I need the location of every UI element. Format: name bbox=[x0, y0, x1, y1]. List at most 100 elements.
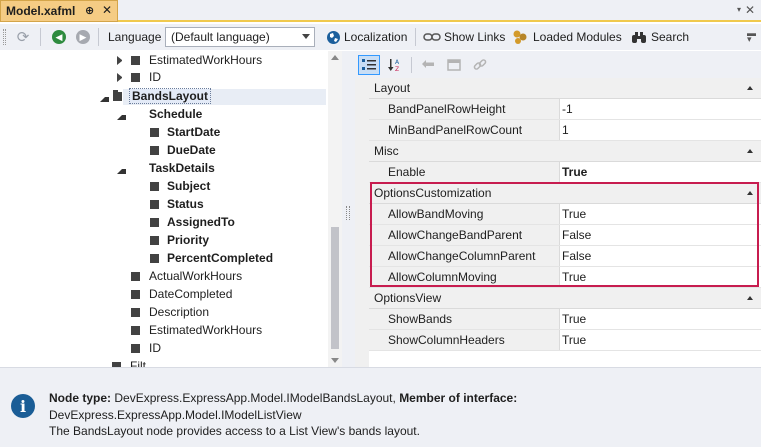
collapse-icon[interactable] bbox=[100, 93, 109, 102]
tree-node[interactable]: EstimatedWorkHours bbox=[0, 321, 330, 339]
tree-node[interactable]: ActualWorkHours bbox=[0, 267, 330, 285]
scroll-up-icon[interactable] bbox=[331, 55, 339, 60]
tree-node[interactable]: DueDate bbox=[0, 141, 330, 159]
property-row[interactable]: AllowChangeBandParent False bbox=[369, 225, 761, 246]
tree-node[interactable]: Description bbox=[0, 303, 330, 321]
tree-node[interactable]: BandsLayout bbox=[0, 87, 330, 105]
back-button[interactable]: ◀ bbox=[51, 29, 67, 45]
scroll-thumb[interactable] bbox=[331, 227, 339, 349]
property-value[interactable]: True bbox=[562, 309, 586, 329]
property-row[interactable]: BandPanelRowHeight -1 bbox=[369, 99, 761, 120]
window-close-icon[interactable]: ✕ bbox=[745, 3, 755, 17]
expand-icon[interactable] bbox=[117, 73, 126, 82]
toolbar-separator bbox=[98, 28, 99, 46]
property-row[interactable]: ShowColumnHeaders True bbox=[369, 330, 761, 351]
tree-node[interactable]: StartDate bbox=[0, 123, 330, 141]
link-button[interactable] bbox=[469, 55, 491, 75]
property-value[interactable]: 1 bbox=[562, 120, 569, 140]
panel-splitter[interactable] bbox=[342, 51, 355, 367]
links-icon[interactable] bbox=[423, 29, 441, 45]
collapse-category-icon[interactable] bbox=[747, 86, 753, 90]
tree-node-label: ID bbox=[149, 341, 161, 355]
binoculars-icon[interactable] bbox=[631, 29, 647, 45]
tree-node[interactable]: Priority bbox=[0, 231, 330, 249]
document-tab[interactable]: Model.xafml ⊕ ✕ bbox=[0, 0, 118, 22]
tree-node[interactable]: ID bbox=[0, 68, 330, 86]
undo-button[interactable] bbox=[417, 55, 439, 75]
loaded-modules-button[interactable]: Loaded Modules bbox=[533, 30, 622, 44]
node-description: The BandsLayout node provides access to … bbox=[49, 424, 420, 438]
node-icon bbox=[131, 272, 140, 281]
expand-icon[interactable] bbox=[117, 56, 126, 65]
tree-node[interactable]: Status bbox=[0, 195, 330, 213]
property-category[interactable]: Misc bbox=[369, 141, 761, 162]
chain-link-icon bbox=[423, 33, 441, 41]
property-category[interactable]: Layout bbox=[369, 78, 761, 99]
property-row[interactable]: Enable True bbox=[369, 162, 761, 183]
tree-scrollbar[interactable] bbox=[328, 51, 342, 367]
property-name: Enable bbox=[369, 162, 560, 182]
language-select[interactable]: (Default language) bbox=[165, 27, 315, 47]
tree-node[interactable]: DateCompleted bbox=[0, 285, 330, 303]
property-value[interactable]: True bbox=[562, 204, 586, 224]
window-menu-icon[interactable]: ▾ bbox=[737, 5, 741, 14]
categorized-button[interactable] bbox=[358, 55, 380, 75]
toolbar-separator bbox=[411, 57, 412, 73]
close-tab-icon[interactable]: ✕ bbox=[102, 3, 112, 17]
document-tab-bar: Model.xafml ⊕ ✕ ▾ ✕ bbox=[0, 0, 761, 22]
tree-node[interactable]: ID bbox=[0, 339, 330, 357]
model-tree[interactable]: EstimatedWorkHours ID BandsLayout Schedule S… bbox=[0, 51, 342, 367]
collapse-icon[interactable] bbox=[117, 165, 126, 174]
property-value[interactable]: True bbox=[562, 267, 586, 287]
toolbar-grip[interactable] bbox=[3, 29, 6, 45]
tree-node[interactable]: AssignedTo bbox=[0, 213, 330, 231]
property-name: AllowColumnMoving bbox=[369, 267, 560, 287]
localization-button-icon[interactable] bbox=[325, 29, 341, 45]
tree-node[interactable]: Subject bbox=[0, 177, 330, 195]
node-icon bbox=[150, 254, 159, 263]
property-row[interactable]: AllowChangeColumnParent False bbox=[369, 246, 761, 267]
collapse-category-icon[interactable] bbox=[747, 296, 753, 300]
property-pages-button[interactable] bbox=[443, 55, 465, 75]
folder-node-icon bbox=[113, 90, 122, 101]
tree-node-label: ID bbox=[149, 70, 161, 84]
property-value[interactable]: True bbox=[562, 330, 586, 350]
toolbar-overflow-icon[interactable]: ▬ ▾ bbox=[747, 29, 756, 44]
tree-node[interactable]: Filt bbox=[0, 357, 330, 367]
alphabetical-button[interactable]: A Z bbox=[384, 55, 406, 75]
refresh-icon[interactable]: ⟳ bbox=[15, 29, 31, 46]
localization-button[interactable]: Localization bbox=[344, 30, 407, 44]
pin-icon[interactable]: ⊕ bbox=[85, 4, 94, 17]
back-arrow-icon: ◀ bbox=[52, 30, 66, 44]
tree-node[interactable]: TaskDetails bbox=[0, 159, 330, 177]
property-category[interactable]: OptionsCustomization bbox=[369, 183, 761, 204]
tree-node[interactable]: EstimatedWorkHours bbox=[0, 51, 330, 69]
show-links-button[interactable]: Show Links bbox=[444, 30, 505, 44]
tree-node-label: PercentCompleted bbox=[167, 251, 274, 265]
collapse-icon[interactable] bbox=[117, 111, 126, 120]
property-row[interactable]: MinBandPanelRowCount 1 bbox=[369, 120, 761, 141]
collapse-category-icon[interactable] bbox=[747, 191, 753, 195]
property-value[interactable]: True bbox=[562, 162, 587, 182]
property-value[interactable]: False bbox=[562, 225, 591, 245]
forward-button[interactable]: ▶ bbox=[75, 29, 91, 45]
property-row[interactable]: ShowBands True bbox=[369, 309, 761, 330]
property-row[interactable]: AllowColumnMoving True bbox=[369, 267, 761, 288]
tree-node[interactable]: Schedule bbox=[0, 105, 330, 123]
tree-node-label: Subject bbox=[167, 179, 211, 193]
splitter-grip[interactable] bbox=[346, 206, 350, 220]
property-category[interactable]: OptionsView bbox=[369, 288, 761, 309]
tree-node-label: Filt bbox=[130, 359, 146, 367]
collapse-category-icon[interactable] bbox=[747, 149, 753, 153]
scroll-down-icon[interactable] bbox=[331, 358, 339, 363]
document-tab-title: Model.xafml bbox=[6, 4, 76, 18]
property-value[interactable]: -1 bbox=[562, 99, 573, 119]
category-label: Misc bbox=[374, 144, 399, 158]
modules-icon[interactable] bbox=[512, 29, 528, 45]
property-value[interactable]: False bbox=[562, 246, 591, 266]
tree-node-label: StartDate bbox=[167, 125, 221, 139]
property-row[interactable]: AllowBandMoving True bbox=[369, 204, 761, 225]
svg-text:Z: Z bbox=[395, 66, 399, 72]
search-button[interactable]: Search bbox=[651, 30, 689, 44]
tree-node[interactable]: PercentCompleted bbox=[0, 249, 330, 267]
